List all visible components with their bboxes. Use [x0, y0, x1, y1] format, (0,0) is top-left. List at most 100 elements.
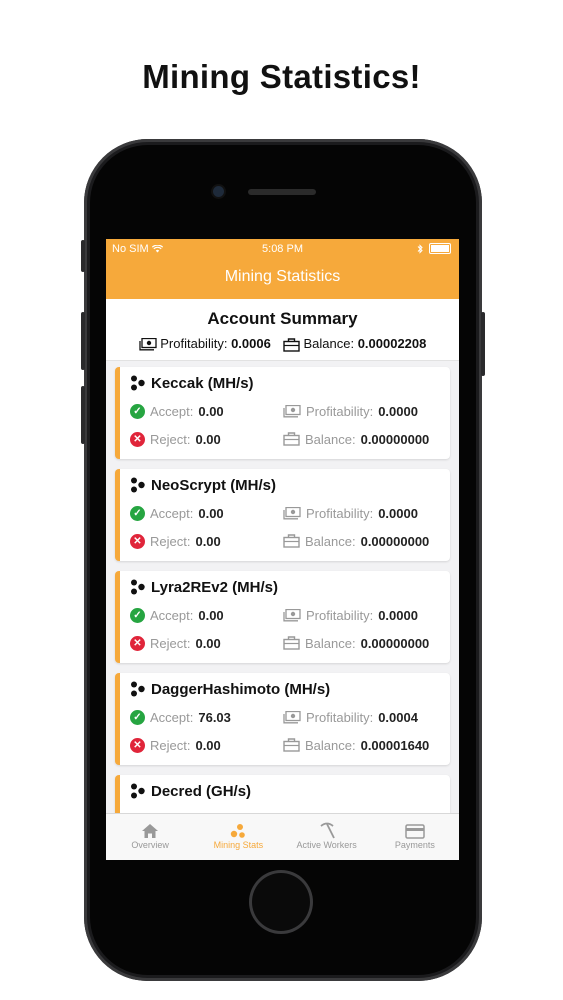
algorithm-card[interactable]: Lyra2REv2 (MH/s) ✓ Accept: 0.00 ✕ Reject: 0.… — [115, 570, 450, 663]
profitability-label: Profitability: — [306, 607, 374, 623]
accept-label: Accept: — [150, 607, 194, 623]
app-screen: No SIM 5:08 PM Mining Statistics Account… — [106, 239, 459, 860]
balance-value: 0.00000000 — [360, 533, 430, 549]
balance-value: 0.00000000 — [360, 635, 430, 651]
tab-payments[interactable]: Payments — [371, 814, 459, 860]
profitability-value: 0.0000 — [378, 403, 418, 419]
accept-value: 0.00 — [198, 505, 224, 521]
accept-stat: ✓ Accept: 76.03 — [130, 709, 231, 725]
promo-headline: Mining Statistics! — [142, 58, 421, 95]
check-icon: ✓ — [130, 607, 145, 623]
summary-profitability: Profitability: 0.0006 — [138, 336, 271, 352]
check-icon: ✓ — [130, 709, 145, 725]
money-icon — [283, 608, 301, 622]
balance-stat: Balance: 0.00001640 — [283, 738, 429, 753]
account-summary-row: Profitability: 0.0006 Balance: 0.0000220… — [106, 336, 459, 352]
balance-value: 0.00001640 — [360, 737, 430, 753]
home-button[interactable] — [252, 873, 310, 931]
cross-icon: ✕ — [130, 737, 145, 753]
cross-icon: ✕ — [130, 431, 145, 447]
accept-label: Accept: — [150, 505, 194, 521]
reject-stat: ✕ Reject: 0.00 — [130, 635, 221, 651]
status-bar: No SIM 5:08 PM — [106, 239, 459, 259]
tab-label: Mining Stats — [213, 840, 264, 850]
algorithm-icon — [131, 579, 145, 595]
accept-label: Accept: — [150, 709, 194, 725]
algorithm-name: Keccak (MH/s) — [151, 374, 254, 392]
briefcase-icon — [283, 534, 300, 548]
summary-balance-value: 0.00002208 — [357, 336, 427, 351]
summary-profitability-label: Profitability: — [160, 336, 228, 352]
tab-bar: Overview Mining Stats Active Workers Pay… — [106, 813, 459, 860]
profitability-label: Profitability: — [306, 709, 374, 725]
algorithm-card[interactable]: NeoScrypt (MH/s) ✓ Accept: 0.00 ✕ Reject: 0.… — [115, 468, 450, 561]
mining-stats-icon — [231, 824, 246, 838]
reject-label: Reject: — [150, 533, 191, 549]
algorithm-card[interactable]: Keccak (MH/s) ✓ Accept: 0.00 ✕ Reject: 0.00 … — [115, 366, 450, 459]
algorithm-name: Lyra2REv2 (MH/s) — [151, 578, 278, 596]
reject-label: Reject: — [150, 737, 191, 753]
cross-icon: ✕ — [130, 533, 145, 549]
money-icon — [138, 338, 157, 351]
bluetooth-icon — [417, 243, 423, 254]
summary-balance: Balance: 0.00002208 — [283, 336, 427, 352]
balance-stat: Balance: 0.00000000 — [283, 636, 429, 651]
volume-up-button — [81, 312, 85, 370]
tab-label: Active Workers — [296, 840, 357, 850]
briefcase-icon — [283, 337, 300, 352]
tab-label: Payments — [394, 840, 435, 850]
check-icon: ✓ — [130, 403, 145, 419]
cross-icon: ✕ — [130, 635, 145, 651]
algorithm-icon — [131, 375, 145, 391]
accept-value: 0.00 — [198, 403, 224, 419]
account-summary-title: Account Summary — [207, 309, 358, 328]
accept-stat: ✓ Accept: 0.00 — [130, 403, 224, 419]
algorithm-name: NeoScrypt (MH/s) — [151, 476, 277, 494]
profitability-value: 0.0000 — [378, 607, 418, 623]
battery-icon — [429, 243, 451, 254]
algorithm-name: Decred (GH/s) — [151, 782, 252, 800]
reject-label: Reject: — [150, 431, 191, 447]
accept-stat: ✓ Accept: 0.00 — [130, 505, 224, 521]
briefcase-icon — [283, 738, 300, 752]
home-icon — [142, 824, 159, 838]
accept-label: Accept: — [150, 403, 194, 419]
reject-value: 0.00 — [195, 635, 221, 651]
tab-mining-stats[interactable]: Mining Stats — [194, 814, 282, 860]
card-icon — [405, 823, 425, 839]
algorithm-title: Keccak (MH/s) — [130, 375, 254, 392]
accept-value: 0.00 — [198, 607, 224, 623]
account-summary: Account Summary Profitability: 0.0006 Ba… — [106, 299, 459, 361]
reject-label: Reject: — [150, 635, 191, 651]
money-icon — [283, 710, 301, 724]
reject-stat: ✕ Reject: 0.00 — [130, 737, 221, 753]
algorithm-icon — [131, 681, 145, 697]
balance-label: Balance: — [305, 533, 356, 549]
reject-value: 0.00 — [195, 737, 221, 753]
accept-stat: ✓ Accept: 0.00 — [130, 607, 224, 623]
power-button — [481, 312, 485, 376]
balance-stat: Balance: 0.00000000 — [283, 534, 429, 549]
profitability-label: Profitability: — [306, 505, 374, 521]
profitability-stat: Profitability: 0.0000 — [283, 506, 418, 521]
profitability-value: 0.0000 — [378, 505, 418, 521]
reject-value: 0.00 — [195, 431, 221, 447]
balance-label: Balance: — [305, 431, 356, 447]
reject-value: 0.00 — [195, 533, 221, 549]
pickaxe-icon — [320, 822, 335, 839]
status-time: 5:08 PM — [262, 243, 303, 255]
algorithm-title: DaggerHashimoto (MH/s) — [130, 681, 330, 698]
reject-stat: ✕ Reject: 0.00 — [130, 431, 221, 447]
volume-down-button — [81, 386, 85, 444]
algorithm-card[interactable]: DaggerHashimoto (MH/s) ✓ Accept: 76.03 ✕ Re… — [115, 672, 450, 765]
summary-balance-label: Balance: — [303, 336, 355, 351]
briefcase-icon — [283, 636, 300, 650]
tab-active-workers[interactable]: Active Workers — [283, 814, 371, 860]
check-icon: ✓ — [130, 505, 145, 521]
profitability-stat: Profitability: 0.0004 — [283, 710, 418, 725]
algorithm-title: Decred (GH/s) — [130, 783, 251, 800]
tab-overview[interactable]: Overview — [106, 814, 194, 860]
profitability-value: 0.0004 — [378, 709, 418, 725]
reject-stat: ✕ Reject: 0.00 — [130, 533, 221, 549]
balance-value: 0.00000000 — [360, 431, 430, 447]
